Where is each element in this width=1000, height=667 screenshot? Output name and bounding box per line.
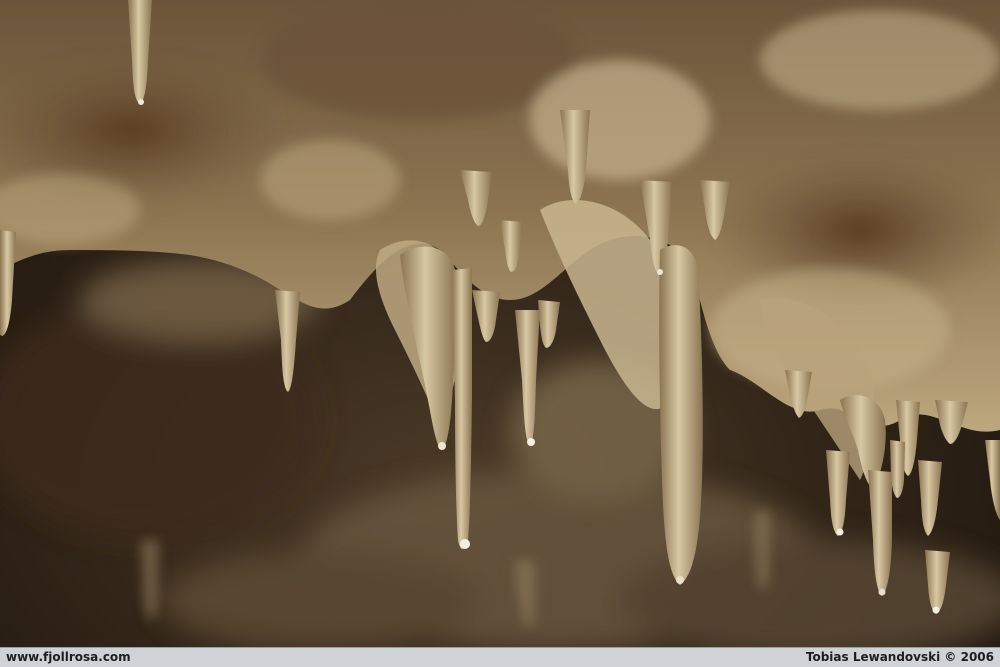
website-link[interactable]: www.fjollrosa.com — [6, 650, 131, 665]
caption-bar: www.fjollrosa.com Tobias Lewandovski © 2… — [0, 647, 1000, 667]
stalactite — [659, 245, 703, 586]
cave-photo — [0, 0, 1000, 647]
copyright-credit: Tobias Lewandovski © 2006 — [805, 650, 994, 664]
stalactite-scene — [0, 0, 1000, 647]
